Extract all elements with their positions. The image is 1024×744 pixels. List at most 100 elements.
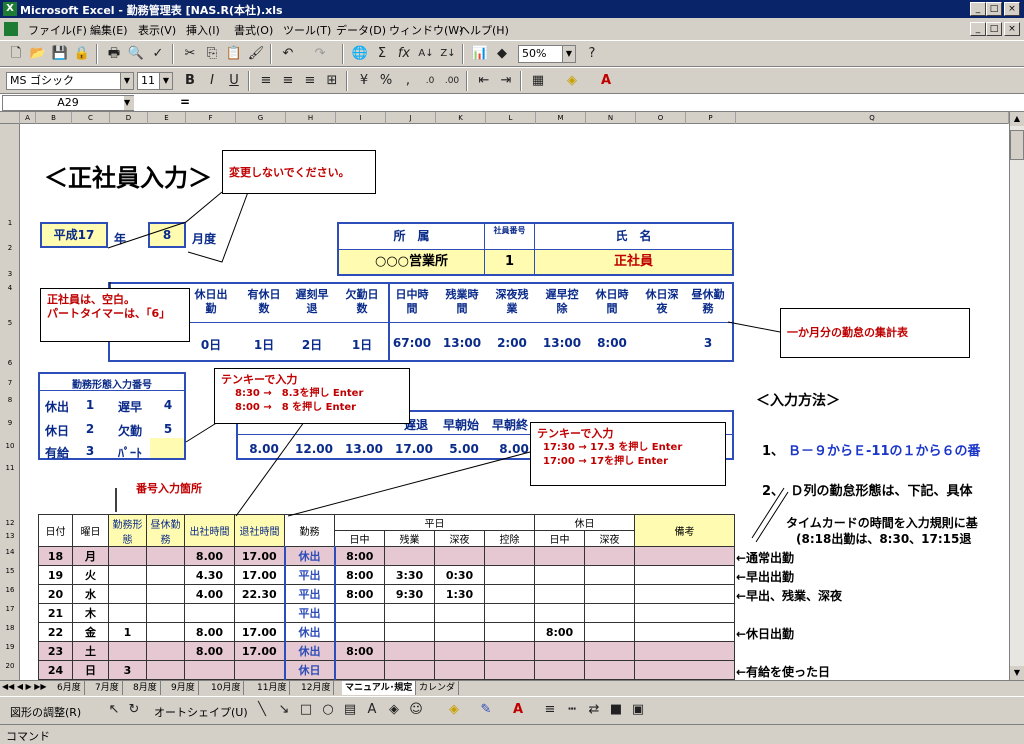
work-type-cell[interactable] (108, 641, 147, 661)
row-header[interactable]: 1 (0, 219, 20, 227)
row-header[interactable]: 4 (0, 284, 20, 292)
lunch-work-cell[interactable] (146, 546, 185, 566)
arrow-style-icon[interactable]: ⇄ (584, 700, 604, 720)
chart-wizard-icon[interactable]: 📊 (470, 44, 490, 64)
row-header[interactable]: 13 (0, 532, 20, 540)
row-header[interactable]: 7 (0, 379, 20, 387)
col-header[interactable]: D (110, 112, 148, 124)
clock-in-cell[interactable]: 8.00 (184, 641, 235, 661)
row-header[interactable]: 20 (0, 662, 20, 670)
scroll-thumb[interactable] (1010, 130, 1024, 160)
draw-adjust-menu[interactable]: 図形の調整(R) (10, 704, 81, 720)
save-icon[interactable]: 💾 (50, 44, 70, 64)
row-header[interactable]: 3 (0, 270, 20, 278)
print-icon[interactable]: 🖶 (104, 44, 124, 64)
clock-in-cell[interactable]: 8.00 (184, 622, 235, 642)
part-code-cell[interactable] (150, 438, 184, 458)
clock-out-cell[interactable] (234, 660, 285, 680)
line-color-icon[interactable]: ✎ (476, 700, 496, 720)
col-header[interactable]: N (586, 112, 636, 124)
tab-october[interactable]: 10月度 (208, 681, 245, 695)
align-right-icon[interactable]: ≡ (300, 71, 320, 91)
oval-icon[interactable]: ○ (318, 700, 338, 720)
affiliation-value[interactable]: ○○○営業所 (339, 250, 485, 274)
sort-ascending-icon[interactable]: A↓ (416, 44, 436, 64)
menu-view[interactable]: 表示(V) (138, 22, 176, 38)
row-header[interactable]: 6 (0, 359, 20, 367)
rectangle-icon[interactable]: □ (296, 700, 316, 720)
menu-help[interactable]: ヘルプ(H) (459, 22, 509, 38)
maximize-button[interactable]: □ (986, 2, 1002, 16)
vertical-scrollbar[interactable]: ▲ ▼ (1009, 112, 1024, 680)
clock-in-cell[interactable]: 8.00 (184, 546, 235, 566)
rotate-icon[interactable]: ↻ (124, 700, 144, 720)
merge-center-icon[interactable]: ⊞ (322, 71, 342, 91)
diagram-icon[interactable]: ◈ (384, 700, 404, 720)
tab-july[interactable]: 7月度 (92, 681, 123, 695)
col-header[interactable]: E (148, 112, 186, 124)
chevron-down-icon[interactable]: ▼ (562, 46, 575, 62)
clock-out-cell[interactable]: 17.00 (234, 641, 285, 661)
autoshape-menu[interactable]: オートシェイプ(U) (154, 704, 248, 720)
row-header[interactable]: 10 (0, 442, 20, 450)
remarks-cell[interactable] (634, 603, 735, 623)
worksheet[interactable]: A B C D E F G H I J K L M N O P Q 1 2 3 … (0, 112, 1009, 680)
col-header[interactable]: C (72, 112, 110, 124)
autosum-icon[interactable]: Σ (372, 44, 392, 64)
work-type-cell[interactable] (108, 584, 147, 604)
row-header[interactable]: 8 (0, 396, 20, 404)
undo-icon[interactable]: ↶ (278, 44, 298, 64)
font-combo[interactable]: MS ゴシック ▼ (6, 72, 134, 90)
open-icon[interactable]: 📂 (28, 44, 48, 64)
col-header[interactable]: K (436, 112, 486, 124)
fill-color-icon[interactable]: ◈ (562, 71, 582, 91)
lunch-work-cell[interactable] (146, 641, 185, 661)
menu-data[interactable]: データ(D) (336, 22, 386, 38)
chevron-down-icon[interactable]: ▼ (159, 73, 172, 89)
tab-calendar[interactable]: カレンダ (416, 681, 460, 695)
font-color-icon[interactable]: A (596, 71, 616, 91)
excel-icon[interactable]: X (3, 2, 17, 16)
month-cell[interactable]: 8 (148, 222, 186, 248)
workbook-icon[interactable] (4, 22, 18, 36)
select-all[interactable] (0, 112, 20, 124)
increase-decimal-icon[interactable]: .0 (420, 71, 440, 91)
clock-in-cell[interactable]: 4.00 (184, 584, 235, 604)
underline-icon[interactable]: U (224, 71, 244, 91)
col-header[interactable]: O (636, 112, 686, 124)
remarks-cell[interactable] (634, 546, 735, 566)
print-preview-icon[interactable]: 🔍 (126, 44, 146, 64)
remarks-cell[interactable] (634, 660, 735, 680)
remarks-cell[interactable] (634, 584, 735, 604)
tab-august[interactable]: 8月度 (130, 681, 161, 695)
tab-september[interactable]: 9月度 (168, 681, 199, 695)
work-type-cell[interactable] (108, 565, 147, 585)
paste-icon[interactable]: 📋 (224, 44, 244, 64)
clock-out-cell[interactable]: 17.00 (234, 622, 285, 642)
clock-out-cell[interactable] (234, 603, 285, 623)
line-icon[interactable]: ╲ (252, 700, 272, 720)
row-header[interactable]: 16 (0, 586, 20, 594)
tab-june[interactable]: 6月度 (54, 681, 85, 695)
drawing-icon[interactable]: ◆ (492, 44, 512, 64)
menu-format[interactable]: 書式(O) (234, 22, 273, 38)
tab-december[interactable]: 12月度 (298, 681, 335, 695)
menu-edit[interactable]: 編集(E) (90, 22, 128, 38)
col-header[interactable]: Q (736, 112, 1009, 124)
clock-in-cell[interactable] (184, 660, 235, 680)
function-icon[interactable]: fx (394, 44, 414, 64)
row-header[interactable]: 18 (0, 624, 20, 632)
remarks-cell[interactable] (634, 565, 735, 585)
spellcheck-icon[interactable]: ✓ (148, 44, 168, 64)
work-type-cell[interactable]: 1 (108, 622, 147, 642)
3d-icon[interactable]: ▣ (628, 700, 648, 720)
comma-icon[interactable]: , (398, 71, 418, 91)
lunch-work-cell[interactable] (146, 603, 185, 623)
row-header[interactable]: 19 (0, 643, 20, 651)
sort-descending-icon[interactable]: Z↓ (438, 44, 458, 64)
col-header[interactable]: F (186, 112, 236, 124)
col-header[interactable]: B (36, 112, 72, 124)
menu-tools[interactable]: ツール(T) (283, 22, 331, 38)
row-header[interactable]: 9 (0, 419, 20, 427)
fill-color-icon[interactable]: ◈ (444, 700, 464, 720)
